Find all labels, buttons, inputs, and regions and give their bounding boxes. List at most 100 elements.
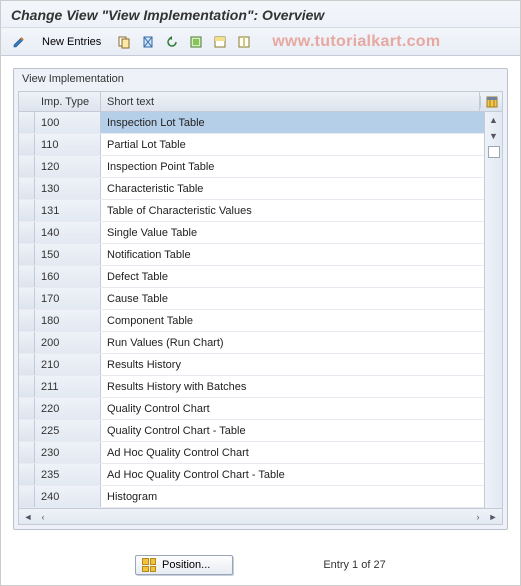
row-selector[interactable] xyxy=(19,464,35,485)
cell-imp-type[interactable]: 131 xyxy=(35,200,101,221)
row-selector[interactable] xyxy=(19,266,35,287)
cell-imp-type[interactable]: 160 xyxy=(35,266,101,287)
cell-short-text[interactable]: Quality Control Chart xyxy=(101,398,484,419)
cell-short-text[interactable]: Run Values (Run Chart) xyxy=(101,332,484,353)
table-row[interactable]: 235Ad Hoc Quality Control Chart - Table xyxy=(19,464,502,486)
row-selector[interactable] xyxy=(19,332,35,353)
table-row[interactable]: 211Results History with Batches xyxy=(19,376,502,398)
row-selector[interactable] xyxy=(19,442,35,463)
scroll-first-icon[interactable]: ◄ xyxy=(21,511,35,523)
cell-imp-type[interactable]: 130 xyxy=(35,178,101,199)
select-all-icon[interactable] xyxy=(186,32,206,52)
vertical-scrollbar[interactable]: ▲ ▼ xyxy=(484,112,502,508)
select-block-icon[interactable] xyxy=(210,32,230,52)
table-row[interactable]: 100Inspection Lot Table xyxy=(19,112,502,134)
table-row[interactable]: 140Single Value Table xyxy=(19,222,502,244)
cell-imp-type[interactable]: 230 xyxy=(35,442,101,463)
cell-short-text[interactable]: Results History with Batches xyxy=(101,376,484,397)
scroll-right-icon[interactable]: › xyxy=(471,511,485,523)
cell-short-text[interactable]: Single Value Table xyxy=(101,222,484,243)
table-body: 100Inspection Lot Table110Partial Lot Ta… xyxy=(19,112,502,508)
table-row[interactable]: 150Notification Table xyxy=(19,244,502,266)
row-selector[interactable] xyxy=(19,244,35,265)
table-row[interactable]: 130Characteristic Table xyxy=(19,178,502,200)
row-selector[interactable] xyxy=(19,310,35,331)
table-row[interactable]: 225Quality Control Chart - Table xyxy=(19,420,502,442)
cell-short-text[interactable]: Inspection Lot Table xyxy=(101,112,484,133)
table-row[interactable]: 180Component Table xyxy=(19,310,502,332)
cell-imp-type[interactable]: 240 xyxy=(35,486,101,507)
copy-as-icon[interactable] xyxy=(114,32,134,52)
table-row[interactable]: 230Ad Hoc Quality Control Chart xyxy=(19,442,502,464)
table-row[interactable]: 170Cause Table xyxy=(19,288,502,310)
toggle-display-change-icon[interactable] xyxy=(9,32,29,52)
cell-imp-type[interactable]: 140 xyxy=(35,222,101,243)
column-header-imp-type[interactable]: Imp. Type xyxy=(35,92,101,111)
table-row[interactable]: 131Table of Characteristic Values xyxy=(19,200,502,222)
row-selector[interactable] xyxy=(19,420,35,441)
cell-imp-type[interactable]: 225 xyxy=(35,420,101,441)
cell-short-text[interactable]: Table of Characteristic Values xyxy=(101,200,484,221)
watermark-text: www.tutorialkart.com xyxy=(272,33,440,51)
cell-short-text[interactable]: Inspection Point Table xyxy=(101,156,484,177)
view-implementation-panel: View Implementation Imp. Type Short text… xyxy=(13,68,508,530)
row-selector[interactable] xyxy=(19,354,35,375)
table-row[interactable]: 110Partial Lot Table xyxy=(19,134,502,156)
row-selector[interactable] xyxy=(19,178,35,199)
row-selector[interactable] xyxy=(19,134,35,155)
cell-imp-type[interactable]: 180 xyxy=(35,310,101,331)
cell-imp-type[interactable]: 235 xyxy=(35,464,101,485)
row-selector[interactable] xyxy=(19,486,35,507)
cell-short-text[interactable]: Defect Table xyxy=(101,266,484,287)
row-selector[interactable] xyxy=(19,200,35,221)
cell-short-text[interactable]: Partial Lot Table xyxy=(101,134,484,155)
scroll-last-icon[interactable]: ► xyxy=(486,511,500,523)
cell-imp-type[interactable]: 170 xyxy=(35,288,101,309)
position-icon xyxy=(142,558,156,572)
cell-imp-type[interactable]: 110 xyxy=(35,134,101,155)
scroll-up-icon[interactable]: ▲ xyxy=(485,112,502,128)
cell-short-text[interactable]: Histogram xyxy=(101,486,484,507)
cell-short-text[interactable]: Quality Control Chart - Table xyxy=(101,420,484,441)
cell-imp-type[interactable]: 200 xyxy=(35,332,101,353)
row-selector[interactable] xyxy=(19,398,35,419)
horizontal-scrollbar[interactable]: ◄ ‹ › ► xyxy=(19,508,502,524)
table-row[interactable]: 210Results History xyxy=(19,354,502,376)
position-button-label: Position... xyxy=(162,559,210,571)
row-selector[interactable] xyxy=(19,376,35,397)
new-entries-button[interactable]: New Entries xyxy=(33,33,110,51)
cell-imp-type[interactable]: 220 xyxy=(35,398,101,419)
panel-title: View Implementation xyxy=(14,69,507,91)
position-button[interactable]: Position... xyxy=(135,555,233,575)
table-settings-icon[interactable] xyxy=(480,96,502,108)
cell-short-text[interactable]: Ad Hoc Quality Control Chart - Table xyxy=(101,464,484,485)
cell-short-text[interactable]: Ad Hoc Quality Control Chart xyxy=(101,442,484,463)
row-selector[interactable] xyxy=(19,288,35,309)
cell-short-text[interactable]: Component Table xyxy=(101,310,484,331)
scroll-left-icon[interactable]: ‹ xyxy=(36,511,50,523)
cell-imp-type[interactable]: 120 xyxy=(35,156,101,177)
scroll-down-icon[interactable]: ▼ xyxy=(485,128,502,144)
table-grid: Imp. Type Short text 100Inspection Lot T… xyxy=(18,91,503,525)
table-row[interactable]: 160Defect Table xyxy=(19,266,502,288)
row-selector[interactable] xyxy=(19,156,35,177)
row-selector[interactable] xyxy=(19,112,35,133)
deselect-all-icon[interactable] xyxy=(234,32,254,52)
delete-icon[interactable] xyxy=(138,32,158,52)
column-header-short-text[interactable]: Short text xyxy=(101,92,480,111)
table-row[interactable]: 120Inspection Point Table xyxy=(19,156,502,178)
cell-short-text[interactable]: Notification Table xyxy=(101,244,484,265)
undo-change-icon[interactable] xyxy=(162,32,182,52)
table-row[interactable]: 240Histogram xyxy=(19,486,502,508)
cell-short-text[interactable]: Cause Table xyxy=(101,288,484,309)
cell-imp-type[interactable]: 100 xyxy=(35,112,101,133)
cell-imp-type[interactable]: 150 xyxy=(35,244,101,265)
cell-short-text[interactable]: Results History xyxy=(101,354,484,375)
scroll-marker xyxy=(488,146,500,158)
cell-imp-type[interactable]: 210 xyxy=(35,354,101,375)
cell-imp-type[interactable]: 211 xyxy=(35,376,101,397)
row-selector[interactable] xyxy=(19,222,35,243)
table-row[interactable]: 220Quality Control Chart xyxy=(19,398,502,420)
table-row[interactable]: 200Run Values (Run Chart) xyxy=(19,332,502,354)
cell-short-text[interactable]: Characteristic Table xyxy=(101,178,484,199)
